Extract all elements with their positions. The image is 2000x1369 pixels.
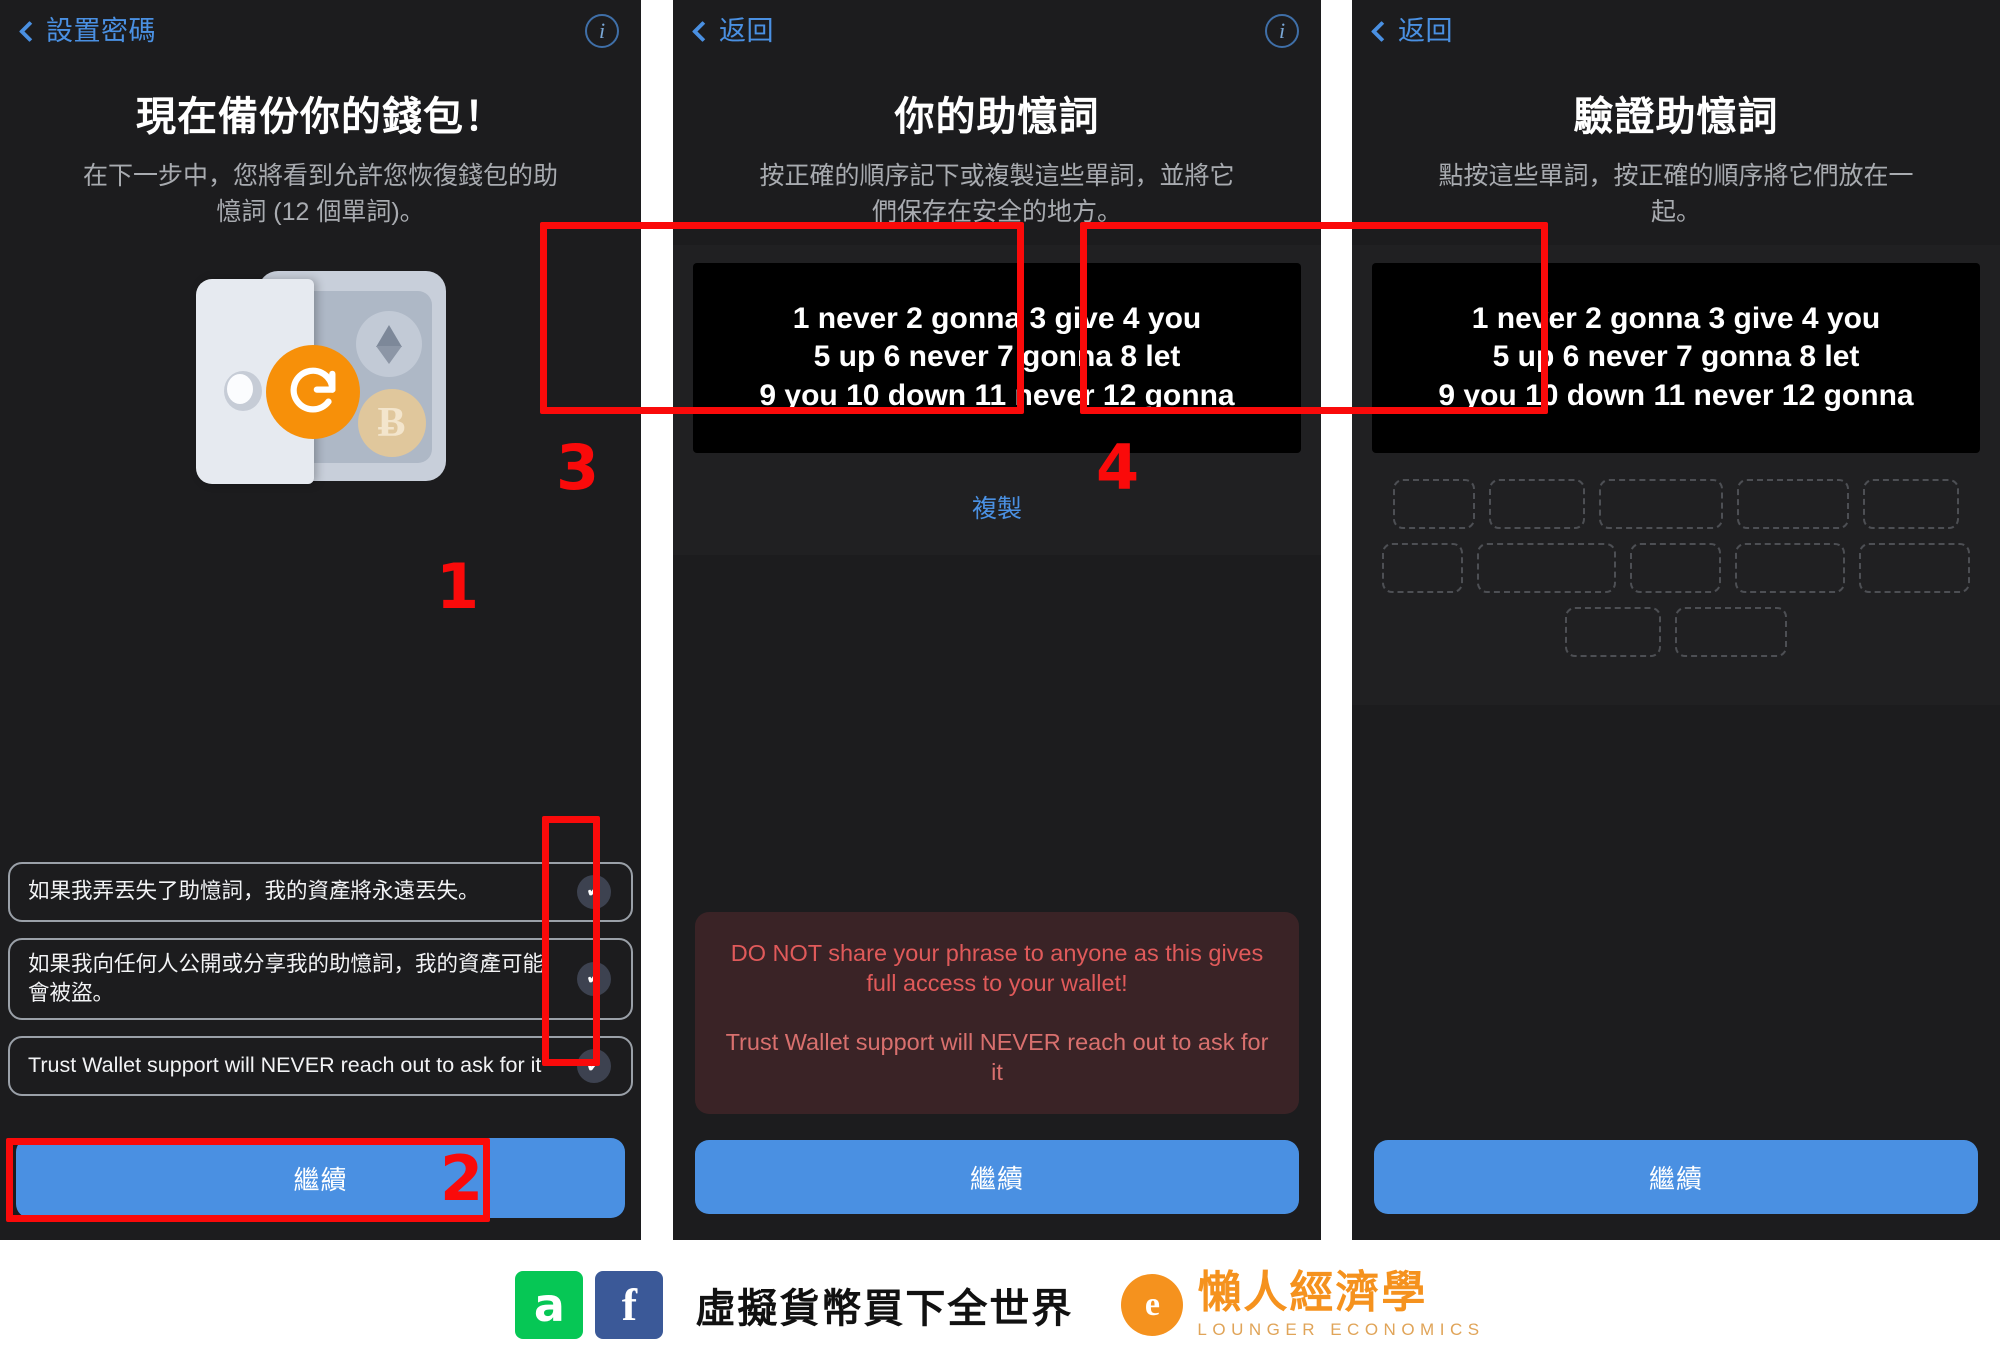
checkbox-row[interactable]: 如果我向任何人公開或分享我的助憶詞，我的資產可能會被盜。 ✔ bbox=[8, 937, 633, 1020]
word-slot[interactable] bbox=[1675, 606, 1787, 657]
footer-branding-bar: a f 虛擬貨幣買下全世界 e 懶人經濟學 LOUNGER ECONOMICS bbox=[0, 1240, 2000, 1369]
line-app-icon[interactable]: a bbox=[515, 1270, 584, 1339]
back-button-label: 返回 bbox=[1398, 15, 1453, 46]
mnemonic-line: 5 up 6 never 7 gonna 8 let bbox=[813, 340, 1181, 374]
panel-verify-recovery-phrase: 返回 驗證助憶詞 點按這些單詞，按正確的順序將它們放在一起。 1 never 2… bbox=[1352, 0, 2000, 1240]
ethereum-coin-icon bbox=[355, 310, 422, 377]
navbar-panel-3: 返回 bbox=[1352, 0, 2000, 62]
continue-button-panel-3[interactable]: 繼續 bbox=[1374, 1140, 1978, 1214]
chevron-left-icon bbox=[18, 20, 41, 43]
back-button-label: 返回 bbox=[719, 15, 774, 46]
word-slot[interactable] bbox=[1477, 542, 1616, 593]
annotation-number-4: 4 bbox=[1096, 431, 1140, 504]
word-slot[interactable] bbox=[1629, 542, 1721, 593]
facebook-icon[interactable]: f bbox=[595, 1270, 664, 1339]
word-slot[interactable] bbox=[1859, 542, 1970, 593]
continue-button-panel-1[interactable]: 繼續 bbox=[16, 1138, 625, 1218]
back-button-panel-1[interactable]: 設置密碼 bbox=[18, 15, 156, 46]
annotation-number-1: 1 bbox=[436, 550, 480, 623]
mnemonic-line: 9 you 10 down 11 never 12 gonna bbox=[1438, 378, 1914, 412]
word-slot[interactable] bbox=[1489, 478, 1585, 529]
brand-name-en: LOUNGER ECONOMICS bbox=[1197, 1320, 1485, 1339]
word-slot[interactable] bbox=[1599, 478, 1723, 529]
bitcoin-coin-icon: Ƀ bbox=[357, 388, 426, 457]
page-title-panel-2: 你的助憶詞 bbox=[894, 95, 1100, 139]
word-slot-grid bbox=[1352, 452, 2000, 705]
back-button-label: 設置密碼 bbox=[46, 15, 156, 46]
social-badges: a f bbox=[515, 1270, 664, 1339]
chevron-left-icon bbox=[1370, 20, 1393, 43]
word-slot[interactable] bbox=[1565, 606, 1661, 657]
checkbox-label: Trust Wallet support will NEVER reach ou… bbox=[28, 1053, 542, 1078]
brand-mark-icon: e bbox=[1121, 1273, 1184, 1336]
checkbox-check-icon[interactable]: ✔ bbox=[577, 961, 611, 996]
mnemonic-line: 1 never 2 gonna 3 give 4 you bbox=[792, 301, 1202, 335]
screenshot-root: 設置密碼 i 現在備份你的錢包！ 在下一步中，您將看到允許您恢復錢包的助憶詞 (… bbox=[0, 0, 2000, 1369]
info-circle-icon[interactable]: i bbox=[1265, 14, 1299, 48]
word-slot[interactable] bbox=[1863, 478, 1959, 529]
word-slot-row bbox=[1382, 542, 1970, 593]
safe-door-knob bbox=[223, 370, 262, 411]
mnemonic-line: 5 up 6 never 7 gonna 8 let bbox=[1492, 340, 1860, 374]
wallet-safe-illustration: Ƀ bbox=[0, 253, 641, 583]
annotation-number-2: 2 bbox=[440, 1142, 484, 1215]
refresh-restore-icon bbox=[265, 344, 360, 439]
page-title-panel-1: 現在備份你的錢包！ bbox=[136, 95, 505, 139]
page-subtitle-panel-2: 按正確的順序記下或複製這些單詞，並將它們保存在安全的地方。 bbox=[759, 162, 1235, 227]
continue-button-panel-2[interactable]: 繼續 bbox=[695, 1140, 1299, 1214]
info-circle-icon[interactable]: i bbox=[585, 14, 619, 48]
page-subtitle-panel-1: 在下一步中，您將看到允許您恢復錢包的助憶詞 (12 個單詞)。 bbox=[82, 162, 558, 227]
page-subtitle-panel-3: 點按這些單詞，按正確的順序將它們放在一起。 bbox=[1438, 162, 1914, 227]
chevron-left-icon bbox=[691, 20, 714, 43]
back-button-panel-2[interactable]: 返回 bbox=[691, 15, 774, 46]
checkbox-label: 如果我弄丟失了助憶詞，我的資產將永遠丟失。 bbox=[28, 879, 480, 904]
copy-button[interactable]: 複製 bbox=[693, 452, 1301, 555]
annotation-number-3: 3 bbox=[556, 431, 600, 504]
checkbox-check-icon[interactable]: ✔ bbox=[577, 1049, 611, 1083]
word-slot[interactable] bbox=[1393, 478, 1475, 529]
safe-graphic: Ƀ bbox=[195, 270, 446, 486]
mnemonic-phrase-region-panel-3: 1 never 2 gonna 3 give 4 you 5 up 6 neve… bbox=[1352, 244, 2000, 453]
checkbox-row[interactable]: Trust Wallet support will NEVER reach ou… bbox=[8, 1036, 633, 1096]
checkbox-label: 如果我向任何人公開或分享我的助憶詞，我的資產可能會被盜。 bbox=[28, 951, 545, 1005]
brand-name-cn: 懶人經濟學 bbox=[1197, 1268, 1428, 1317]
acknowledgement-checkbox-list: 如果我弄丟失了助憶詞，我的資產將永遠丟失。 ✔ 如果我向任何人公開或分享我的助憶… bbox=[8, 861, 633, 1112]
word-slot-row bbox=[1382, 478, 1970, 529]
mnemonic-line: 9 you 10 down 11 never 12 gonna bbox=[759, 378, 1235, 412]
word-slot[interactable] bbox=[1737, 478, 1849, 529]
page-title-panel-3: 驗證助憶詞 bbox=[1573, 95, 1779, 139]
panel-your-recovery-phrase: 返回 i 你的助憶詞 按正確的順序記下或複製這些單詞，並將它們保存在安全的地方。… bbox=[673, 0, 1321, 1240]
word-slot-row bbox=[1382, 606, 1970, 657]
panel-backup-wallet: 設置密碼 i 現在備份你的錢包！ 在下一步中，您將看到允許您恢復錢包的助憶詞 (… bbox=[0, 0, 641, 1240]
word-slot[interactable] bbox=[1382, 542, 1464, 593]
back-button-panel-3[interactable]: 返回 bbox=[1370, 15, 1453, 46]
navbar-panel-1: 設置密碼 i bbox=[0, 0, 641, 62]
warning-secondary-text: Trust Wallet support will NEVER reach ou… bbox=[725, 1028, 1269, 1086]
footer-slogan: 虛擬貨幣買下全世界 bbox=[695, 1286, 1074, 1331]
mnemonic-phrase-box[interactable]: 1 never 2 gonna 3 give 4 you 5 up 6 neve… bbox=[1372, 262, 1980, 453]
word-slot[interactable] bbox=[1734, 542, 1846, 593]
mnemonic-phrase-region-panel-2: 1 never 2 gonna 3 give 4 you 5 up 6 neve… bbox=[673, 244, 1321, 555]
phrase-warning-box: DO NOT share your phrase to anyone as th… bbox=[695, 911, 1299, 1114]
checkbox-row[interactable]: 如果我弄丟失了助憶詞，我的資產將永遠丟失。 ✔ bbox=[8, 861, 633, 922]
navbar-panel-2: 返回 i bbox=[673, 0, 1321, 62]
mnemonic-phrase-box[interactable]: 1 never 2 gonna 3 give 4 you 5 up 6 neve… bbox=[693, 262, 1301, 453]
brand-name-block: 懶人經濟學 LOUNGER ECONOMICS bbox=[1197, 1268, 1485, 1339]
checkbox-check-icon[interactable]: ✔ bbox=[577, 874, 611, 909]
mnemonic-line: 1 never 2 gonna 3 give 4 you bbox=[1471, 301, 1881, 335]
brand-logo: e 懶人經濟學 LOUNGER ECONOMICS bbox=[1121, 1271, 1484, 1338]
warning-primary-text: DO NOT share your phrase to anyone as th… bbox=[730, 939, 1264, 997]
